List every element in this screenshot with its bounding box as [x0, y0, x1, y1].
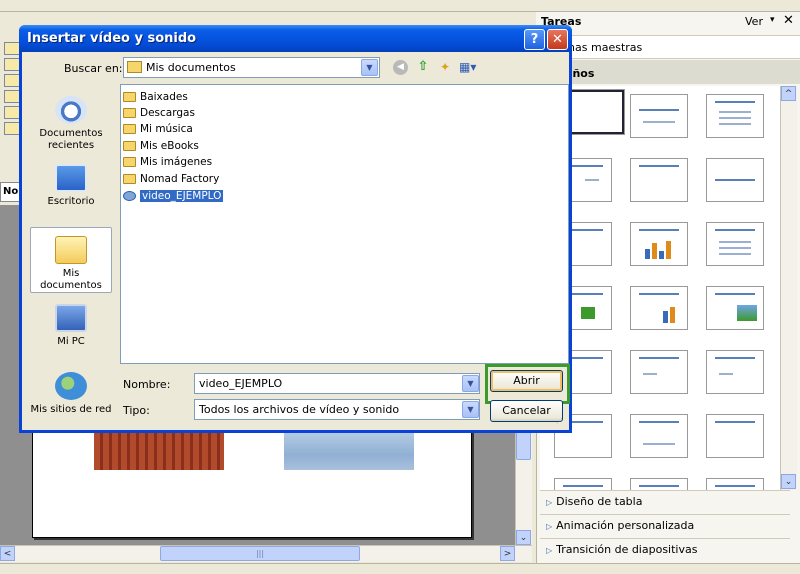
- layout-thumb-title[interactable]: [630, 94, 688, 138]
- place-label: Documentos recientes: [39, 128, 103, 151]
- chevron-down-icon[interactable]: ▼: [462, 375, 479, 392]
- place-label: Mi PC: [57, 336, 85, 347]
- file-name-input[interactable]: video_EJEMPLO: [194, 373, 480, 394]
- slide-thumb-icon[interactable]: [4, 74, 20, 87]
- close-icon[interactable]: ✕: [547, 29, 568, 50]
- chevron-down-icon[interactable]: ▼: [462, 401, 479, 418]
- list-item[interactable]: Mis eBooks: [123, 139, 199, 153]
- close-icon[interactable]: ✕: [783, 13, 794, 28]
- help-icon[interactable]: ?: [524, 29, 545, 50]
- layout-thumb-more[interactable]: [706, 478, 764, 490]
- place-label: Escritorio: [47, 196, 95, 207]
- status-bar: [0, 563, 800, 574]
- place-label: Mis sitios de red: [30, 404, 112, 415]
- link-label: Animación personalizada: [556, 519, 695, 532]
- views-menu-icon[interactable]: ▦▾: [459, 59, 481, 75]
- file-type-select[interactable]: Todos los archivos de vídeo y sonido: [194, 399, 480, 420]
- link-label: Diseño de tabla: [556, 495, 643, 508]
- section-master-slides-label: inas maestras: [565, 41, 643, 54]
- slide-thumb-icon[interactable]: [4, 106, 20, 119]
- scroll-left-button[interactable]: <: [0, 546, 15, 561]
- expand-arrow-icon: ▷: [546, 522, 553, 531]
- layout-thumb-objects[interactable]: [706, 414, 764, 458]
- look-in-dropdown[interactable]: Mis documentos: [123, 57, 380, 78]
- scroll-down-button[interactable]: ⌄: [781, 474, 796, 489]
- layout-thumb-more[interactable]: [630, 478, 688, 490]
- place-recent-documents[interactable]: Documentos recientes: [30, 92, 112, 154]
- place-label: Mis documentos: [40, 268, 102, 291]
- layout-thumb-more[interactable]: [554, 478, 612, 490]
- music-folder-icon: [123, 124, 136, 134]
- chevron-down-icon[interactable]: ▾: [770, 15, 775, 25]
- place-network[interactable]: Mis sitios de red: [30, 368, 112, 420]
- layout-thumb-text-image[interactable]: [706, 286, 764, 330]
- link-label: Transición de diapositivas: [556, 543, 698, 556]
- link-table-design[interactable]: ▷ Diseño de tabla: [540, 490, 790, 512]
- folder-icon: [127, 61, 142, 73]
- slide-thumb-icon[interactable]: [4, 90, 20, 103]
- chevron-down-icon[interactable]: ▼: [361, 59, 378, 76]
- folder-icon: [123, 92, 136, 102]
- place-my-computer[interactable]: Mi PC: [30, 300, 112, 350]
- network-places-icon: [55, 372, 87, 400]
- folder-icon: [123, 174, 136, 184]
- layout-thumb-text-chart[interactable]: [630, 286, 688, 330]
- folder-icon: [123, 108, 136, 118]
- place-desktop[interactable]: Escritorio: [30, 160, 112, 210]
- slide-thumb-icon[interactable]: [4, 58, 20, 71]
- my-computer-icon: [55, 304, 87, 332]
- link-slide-transition[interactable]: ▷ Transición de diapositivas: [540, 538, 790, 560]
- up-folder-icon[interactable]: ⇧: [415, 59, 431, 75]
- scroll-down-button[interactable]: ⌄: [516, 530, 531, 545]
- slide-thumb-icon[interactable]: [4, 122, 20, 135]
- file-type-label: Tipo:: [123, 404, 150, 417]
- task-pane-scrollbar[interactable]: [780, 86, 797, 490]
- my-documents-icon: [55, 236, 87, 264]
- look-in-value: Mis documentos: [146, 61, 236, 74]
- layout-thumb-title-text[interactable]: [706, 94, 764, 138]
- new-folder-icon[interactable]: ✦: [437, 59, 453, 75]
- app-menu-strip: [0, 0, 800, 12]
- sky-image[interactable]: [284, 432, 414, 470]
- layout-thumb-section[interactable]: [706, 158, 764, 202]
- layout-thumbnail-grid: [540, 86, 780, 490]
- list-item[interactable]: Baixades: [123, 90, 188, 104]
- look-in-label: Buscar en:: [64, 62, 123, 75]
- cancel-button[interactable]: Cancelar: [490, 400, 563, 422]
- pictures-folder-icon: [123, 157, 136, 167]
- open-button[interactable]: Abrir: [490, 370, 563, 392]
- list-item-selected[interactable]: video_EJEMPLO: [123, 189, 224, 203]
- roof-image[interactable]: [94, 432, 224, 470]
- expand-arrow-icon: ▷: [546, 498, 553, 507]
- list-item[interactable]: Mis imágenes: [123, 155, 212, 169]
- resize-grip-icon[interactable]: ⋰: [556, 417, 568, 429]
- desktop-icon: [55, 164, 87, 192]
- slide-thumb-icon[interactable]: [4, 42, 20, 55]
- media-file-icon: [123, 191, 136, 201]
- folder-icon: [123, 141, 136, 151]
- task-pane-view-menu[interactable]: Ver: [745, 15, 763, 28]
- layout-thumb-title-only[interactable]: [630, 158, 688, 202]
- layout-thumb-table[interactable]: [706, 222, 764, 266]
- layout-thumb-caption[interactable]: [630, 414, 688, 458]
- slide-horizontal-scroll-thumb[interactable]: |||: [160, 546, 360, 561]
- back-icon[interactable]: ◀: [393, 60, 408, 75]
- list-item[interactable]: Mi música: [123, 122, 193, 136]
- layout-thumb-text-content[interactable]: [706, 350, 764, 394]
- scroll-right-button[interactable]: >: [500, 546, 515, 561]
- list-item[interactable]: Nomad Factory: [123, 172, 219, 186]
- layout-thumb-blank[interactable]: [565, 89, 625, 135]
- expand-arrow-icon: ▷: [546, 546, 553, 555]
- list-item[interactable]: Descargas: [123, 106, 195, 120]
- link-custom-animation[interactable]: ▷ Animación personalizada: [540, 514, 790, 536]
- scroll-up-button[interactable]: ^: [781, 86, 796, 101]
- layout-thumb-comparison[interactable]: [630, 350, 688, 394]
- place-my-documents[interactable]: Mis documentos: [30, 227, 112, 293]
- dialog-title: Insertar vídeo y sonido: [27, 31, 197, 46]
- layout-thumb-chart[interactable]: [630, 222, 688, 266]
- recent-documents-icon: [55, 96, 87, 124]
- file-name-label: Nombre:: [123, 378, 171, 391]
